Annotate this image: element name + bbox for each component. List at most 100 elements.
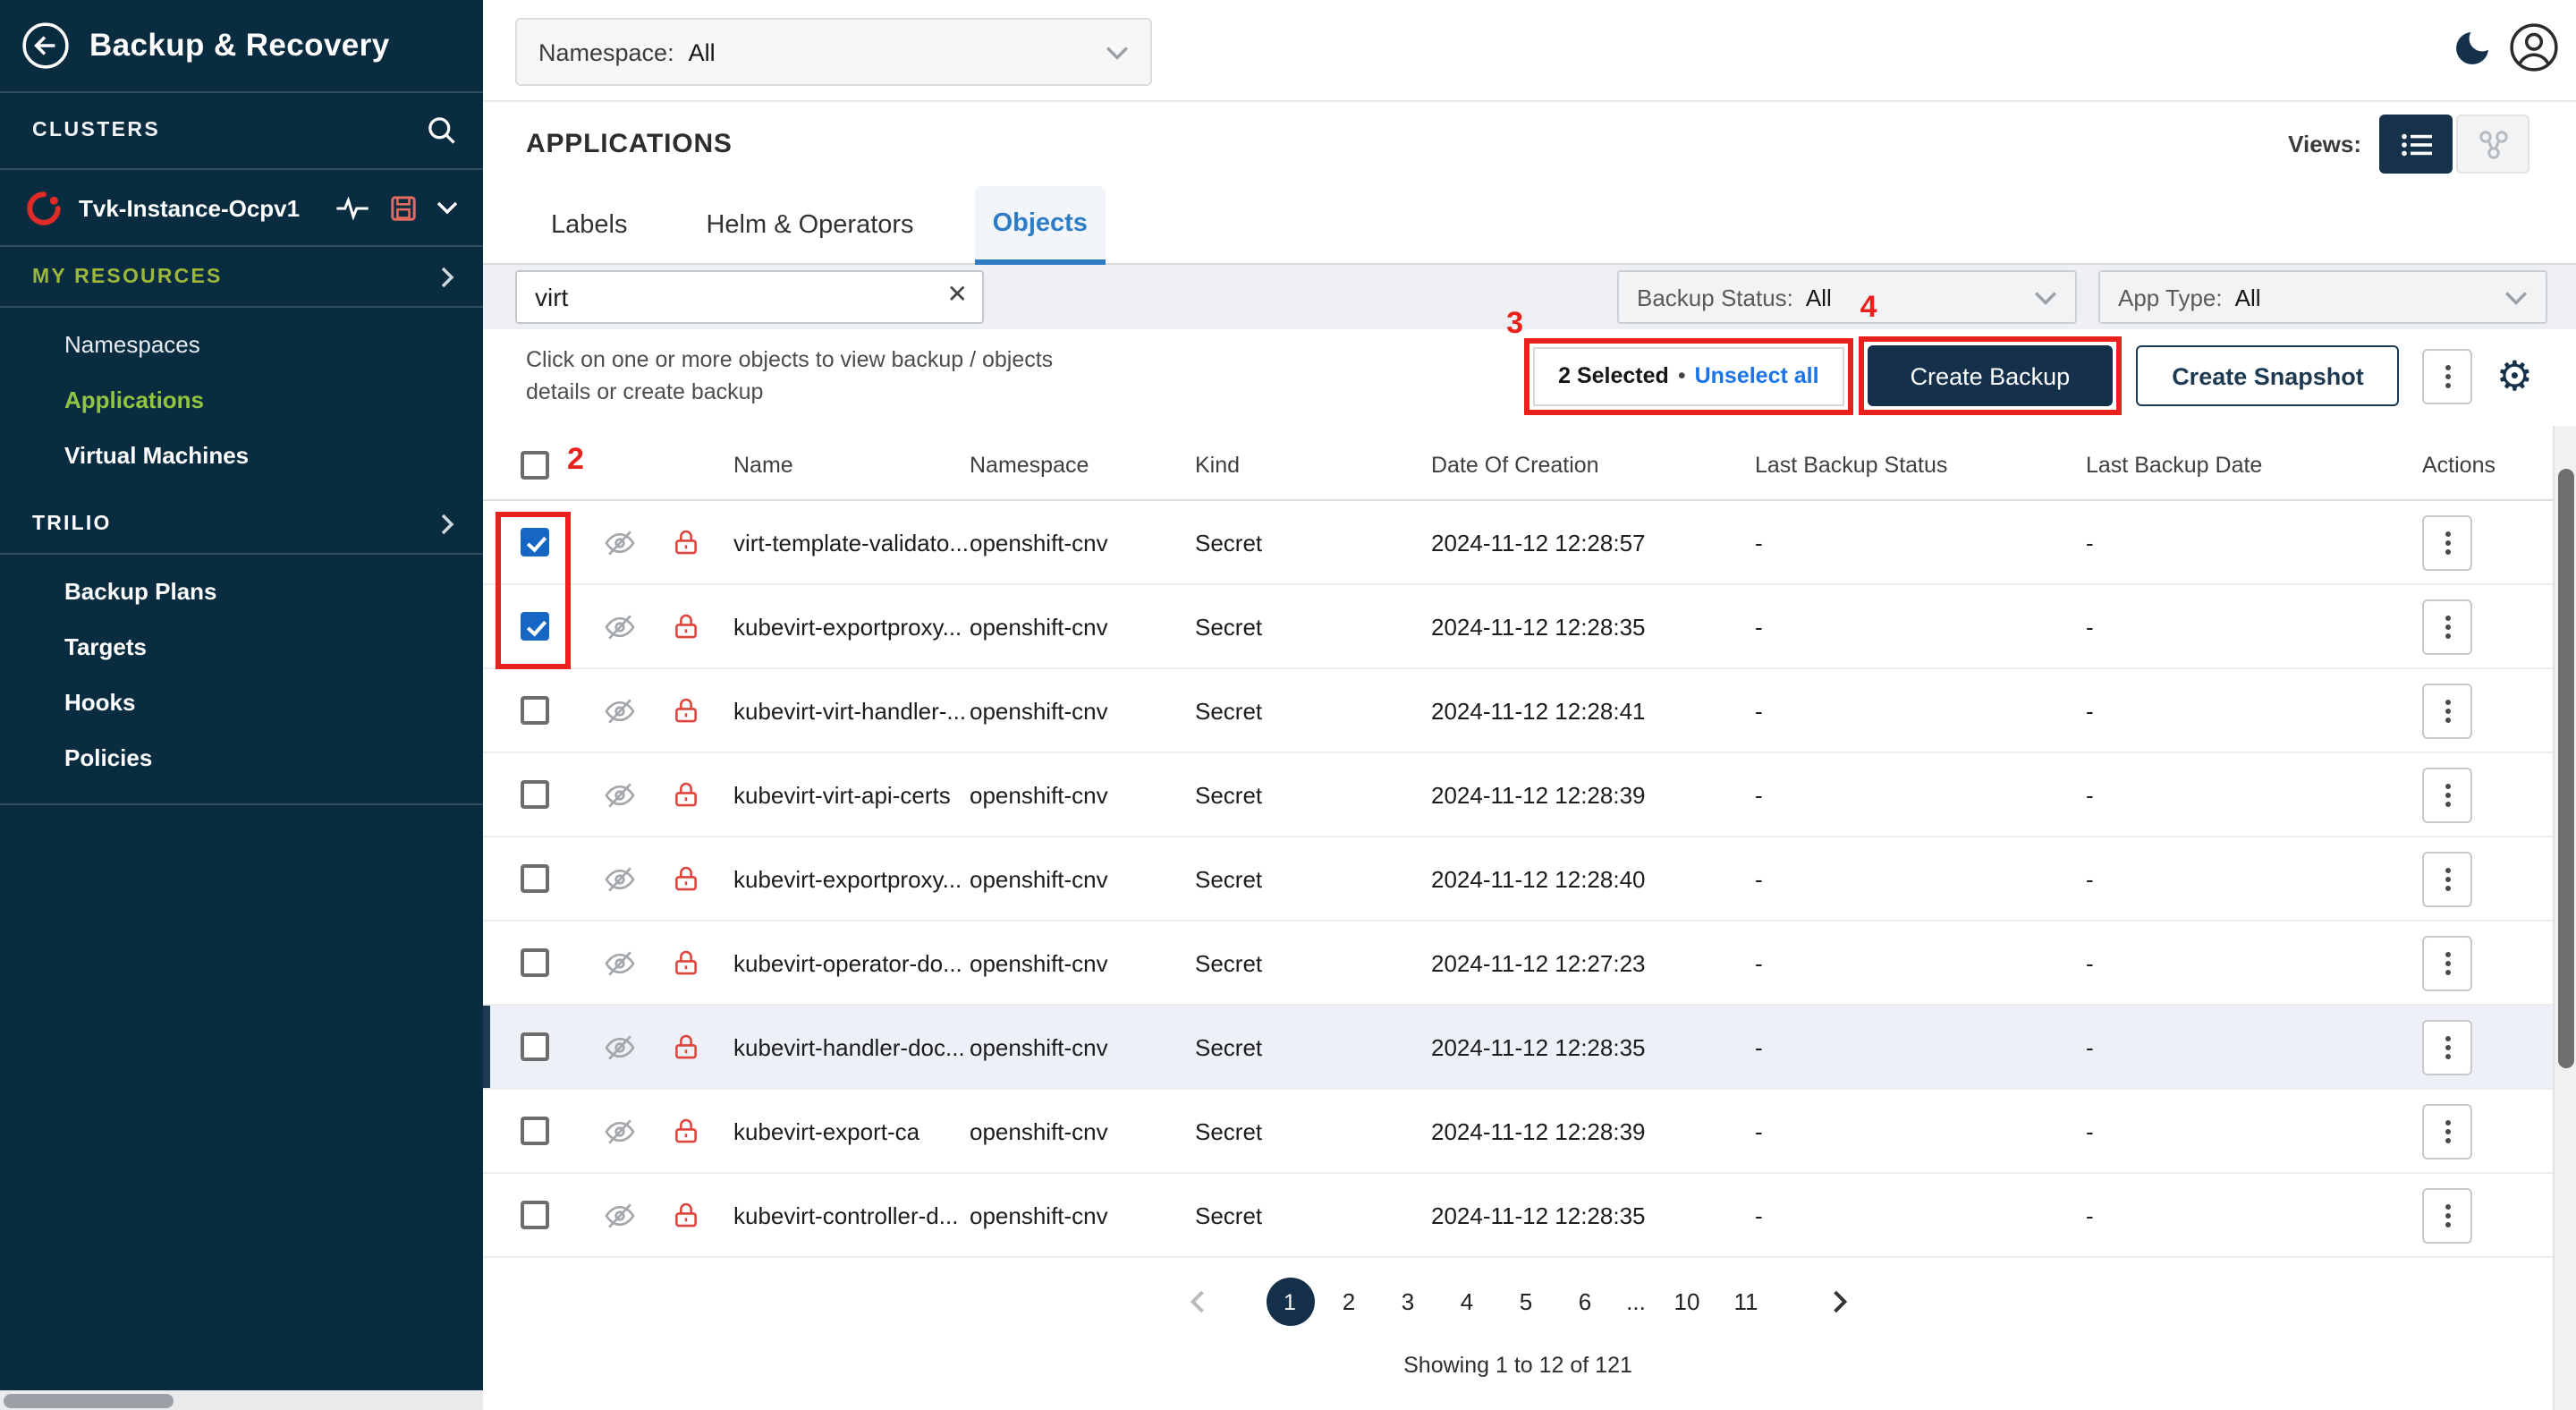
table-row[interactable]: kubevirt-operator-do... openshift-cnv Se… bbox=[483, 922, 2553, 1006]
more-actions-button[interactable] bbox=[2423, 348, 2473, 403]
object-created: 2024-11-12 12:28:39 bbox=[1431, 781, 1755, 808]
row-actions-button[interactable] bbox=[2422, 599, 2472, 654]
app-type-dropdown[interactable]: App Type: All bbox=[2098, 270, 2547, 324]
sidebar-item-hooks[interactable]: Hooks bbox=[0, 675, 483, 730]
table-row[interactable]: kubevirt-virt-handler-... openshift-cnv … bbox=[483, 669, 2553, 753]
settings-gear-icon[interactable]: ⚙ bbox=[2496, 355, 2533, 396]
tab-helm-operators[interactable]: Helm & Operators bbox=[688, 186, 931, 263]
sidebar-item-targets[interactable]: Targets bbox=[0, 619, 483, 675]
row-actions-button[interactable] bbox=[2422, 1187, 2472, 1243]
storage-icon[interactable] bbox=[390, 194, 417, 221]
kebab-icon bbox=[2445, 792, 2450, 797]
table-row[interactable]: kubevirt-handler-doc... openshift-cnv Se… bbox=[483, 1006, 2553, 1090]
column-header-namespace[interactable]: Namespace bbox=[970, 452, 1195, 477]
search-input[interactable] bbox=[515, 270, 984, 324]
row-actions-button[interactable] bbox=[2422, 683, 2472, 738]
table-row[interactable]: kubevirt-controller-d... openshift-cnv S… bbox=[483, 1174, 2553, 1258]
column-header-name[interactable]: Name bbox=[733, 452, 970, 477]
chevron-down-icon[interactable] bbox=[436, 200, 458, 215]
object-kind: Secret bbox=[1195, 697, 1431, 724]
topology-view-button[interactable] bbox=[2456, 115, 2529, 174]
column-header-kind[interactable]: Kind bbox=[1195, 452, 1431, 477]
vertical-scrollbar-thumb[interactable] bbox=[2558, 469, 2574, 1068]
column-header-last-backup-status[interactable]: Last Backup Status bbox=[1755, 452, 2086, 477]
row-checkbox[interactable] bbox=[521, 528, 549, 556]
row-checkbox[interactable] bbox=[521, 864, 549, 893]
views-label: Views: bbox=[2288, 131, 2361, 157]
kebab-icon bbox=[2445, 708, 2450, 713]
row-checkbox[interactable] bbox=[521, 1117, 549, 1145]
topology-view-icon bbox=[2477, 128, 2509, 160]
dark-mode-toggle-icon[interactable] bbox=[2451, 27, 2494, 70]
object-name[interactable]: kubevirt-handler-doc... bbox=[733, 1033, 970, 1060]
object-name[interactable]: kubevirt-operator-do... bbox=[733, 949, 970, 976]
row-actions-button[interactable] bbox=[2422, 851, 2472, 906]
sidebar-item-applications[interactable]: Applications bbox=[0, 372, 483, 428]
row-checkbox[interactable] bbox=[521, 948, 549, 977]
namespace-dropdown[interactable]: Namespace: All bbox=[515, 18, 1152, 86]
column-header-date-of-creation[interactable]: Date Of Creation bbox=[1431, 452, 1755, 477]
tab-labels[interactable]: Labels bbox=[533, 186, 645, 263]
object-name[interactable]: virt-template-validato... bbox=[733, 529, 970, 556]
last-backup-status: - bbox=[1755, 613, 2086, 640]
row-checkbox[interactable] bbox=[521, 780, 549, 809]
horizontal-scrollbar-thumb[interactable] bbox=[4, 1393, 174, 1407]
prev-page-button[interactable] bbox=[1189, 1290, 1205, 1313]
object-kind: Secret bbox=[1195, 781, 1431, 808]
object-name[interactable]: kubevirt-virt-api-certs bbox=[733, 781, 970, 808]
sidebar-section-trilio[interactable]: TRILIO bbox=[0, 494, 483, 555]
page-button-1[interactable]: 1 bbox=[1266, 1278, 1314, 1326]
lock-icon bbox=[671, 863, 701, 894]
row-checkbox[interactable] bbox=[521, 1201, 549, 1229]
table-row[interactable]: kubevirt-exportproxy... openshift-cnv Se… bbox=[483, 837, 2553, 922]
table-row[interactable]: kubevirt-exportproxy... openshift-cnv Se… bbox=[483, 585, 2553, 669]
object-name[interactable]: kubevirt-controller-d... bbox=[733, 1202, 970, 1228]
sidebar: Backup & Recovery CLUSTERS Tvk-Instance-… bbox=[0, 0, 483, 1410]
object-name[interactable]: kubevirt-exportproxy... bbox=[733, 613, 970, 640]
create-snapshot-button[interactable]: Create Snapshot bbox=[2136, 345, 2400, 406]
column-header-last-backup-date[interactable]: Last Backup Date bbox=[2086, 452, 2422, 477]
object-name[interactable]: kubevirt-virt-handler-... bbox=[733, 697, 970, 724]
row-actions-button[interactable] bbox=[2422, 767, 2472, 822]
row-checkbox[interactable] bbox=[521, 612, 549, 641]
select-all-checkbox[interactable] bbox=[521, 450, 549, 479]
row-actions-button[interactable] bbox=[2422, 1019, 2472, 1074]
list-view-button[interactable] bbox=[2379, 115, 2453, 174]
next-page-button[interactable] bbox=[1831, 1290, 1847, 1313]
create-backup-button[interactable]: Create Backup bbox=[1868, 345, 2114, 406]
row-checkbox[interactable] bbox=[521, 696, 549, 725]
clear-search-icon[interactable]: ✕ bbox=[947, 281, 968, 306]
page-button-11[interactable]: 11 bbox=[1722, 1278, 1770, 1326]
table-row[interactable]: virt-template-validato... openshift-cnv … bbox=[483, 501, 2553, 585]
page-button-2[interactable]: 2 bbox=[1325, 1278, 1373, 1326]
vertical-scrollbar[interactable] bbox=[2553, 426, 2576, 1410]
sidebar-item-policies[interactable]: Policies bbox=[0, 730, 483, 786]
row-actions-button[interactable] bbox=[2422, 1103, 2472, 1159]
horizontal-scrollbar[interactable] bbox=[0, 1390, 483, 1410]
cluster-row[interactable]: Tvk-Instance-Ocpv1 bbox=[0, 170, 483, 247]
page-button-10[interactable]: 10 bbox=[1663, 1278, 1711, 1326]
unselect-all-link[interactable]: Unselect all bbox=[1695, 363, 1819, 388]
page-button-3[interactable]: 3 bbox=[1384, 1278, 1432, 1326]
search-icon[interactable] bbox=[426, 115, 458, 147]
row-checkbox[interactable] bbox=[521, 1032, 549, 1061]
backup-status-dropdown[interactable]: Backup Status: All bbox=[1617, 270, 2077, 324]
row-actions-button[interactable] bbox=[2422, 514, 2472, 570]
last-backup-date: - bbox=[2086, 529, 2422, 556]
table-row[interactable]: kubevirt-export-ca openshift-cnv Secret … bbox=[483, 1090, 2553, 1174]
object-name[interactable]: kubevirt-exportproxy... bbox=[733, 865, 970, 892]
activity-icon[interactable] bbox=[336, 196, 370, 219]
row-actions-button[interactable] bbox=[2422, 935, 2472, 990]
back-button[interactable] bbox=[21, 21, 70, 70]
object-name[interactable]: kubevirt-export-ca bbox=[733, 1117, 970, 1144]
page-button-5[interactable]: 5 bbox=[1502, 1278, 1550, 1326]
page-button-6[interactable]: 6 bbox=[1561, 1278, 1609, 1326]
sidebar-item-virtual-machines[interactable]: Virtual Machines bbox=[0, 428, 483, 483]
sidebar-item-namespaces[interactable]: Namespaces bbox=[0, 317, 483, 372]
user-account-icon[interactable] bbox=[2508, 21, 2560, 73]
page-button-4[interactable]: 4 bbox=[1443, 1278, 1491, 1326]
tab-objects[interactable]: Objects bbox=[975, 186, 1106, 265]
table-row[interactable]: kubevirt-virt-api-certs openshift-cnv Se… bbox=[483, 753, 2553, 837]
sidebar-item-backup-plans[interactable]: Backup Plans bbox=[0, 564, 483, 619]
sidebar-section-my-resources[interactable]: MY RESOURCES bbox=[0, 247, 483, 308]
